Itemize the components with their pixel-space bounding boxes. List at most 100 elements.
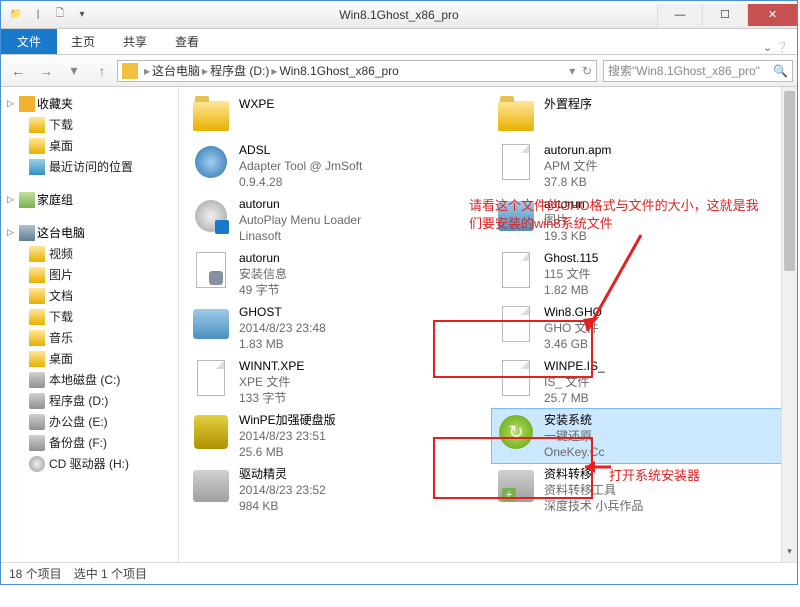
file-meta: 49 字节 (239, 282, 287, 298)
recent-icon (29, 159, 45, 175)
file-meta: 2014/8/23 23:51 (239, 428, 336, 444)
maximize-button[interactable]: ☐ (702, 4, 747, 26)
new-folder-icon[interactable]: ▾ (73, 6, 91, 24)
star-icon (19, 96, 35, 112)
nav-pane[interactable]: ▷收藏夹 下载 桌面 最近访问的位置 ▷家庭组 ▷这台电脑 视频 图片 文档 下… (1, 87, 179, 562)
file-item[interactable]: 外置程序 (492, 93, 789, 139)
sidebar-pictures[interactable]: 图片 (7, 264, 178, 285)
file-item[interactable]: Win8.GHOGHO 文件3.46 GB (492, 301, 789, 355)
forward-button[interactable]: → (33, 59, 59, 83)
file-item[interactable]: WINNT.XPEXPE 文件133 字节 (187, 355, 484, 409)
file-item[interactable]: 资料转移资料转移工具深度技术 小兵作品 (492, 463, 789, 517)
titlebar[interactable]: 📁 | 🗋 ▾ Win8.1Ghost_x86_pro — ☐ ✕ (1, 1, 797, 29)
drive-icon (29, 414, 45, 430)
file-name: 外置程序 (544, 96, 592, 112)
file-name: 资料转移 (544, 466, 643, 482)
scroll-down-icon[interactable]: ▾ (782, 546, 797, 562)
sidebar-downloads2[interactable]: 下载 (7, 306, 178, 327)
folder-icon (29, 288, 45, 304)
status-bar: 18 个项目 选中 1 个项目 (1, 562, 797, 584)
file-meta: APM 文件 (544, 158, 611, 174)
file-item[interactable]: Ghost.115115 文件1.82 MB (492, 247, 789, 301)
file-item[interactable]: 驱动精灵2014/8/23 23:52984 KB (187, 463, 484, 517)
folder-icon (29, 330, 45, 346)
drive-icon (29, 372, 45, 388)
nav-toolbar: ← → ▾ ↑ ▸ 这台电脑 ▸ 程序盘 (D:) ▸ Win8.1Ghost_… (1, 55, 797, 87)
ribbon-expand-icon[interactable]: ⌄ ❔ (755, 41, 797, 54)
homegroup[interactable]: ▷家庭组 (7, 189, 178, 210)
tab-view[interactable]: 查看 (161, 29, 213, 54)
tab-home[interactable]: 主页 (57, 29, 109, 54)
this-pc-group[interactable]: ▷这台电脑 (7, 222, 178, 243)
file-item[interactable]: GHOST2014/8/23 23:481.83 MB (187, 301, 484, 355)
crumb-folder[interactable]: Win8.1Ghost_x86_pro (279, 64, 398, 78)
file-tab[interactable]: 文件 (1, 28, 57, 54)
back-button[interactable]: ← (5, 59, 31, 83)
file-item[interactable]: autorunAutoPlay Menu LoaderLinasoft (187, 193, 484, 247)
sidebar-videos[interactable]: 视频 (7, 243, 178, 264)
file-name: WXPE (239, 96, 274, 112)
search-box[interactable]: 搜索"Win8.1Ghost_x86_pro" 🔍 (603, 60, 793, 82)
file-meta: 0.9.4.28 (239, 174, 362, 190)
folder-icon: 📁 (7, 6, 25, 24)
file-item[interactable]: WXPE (187, 93, 484, 139)
sidebar-drive-d[interactable]: 程序盘 (D:) (7, 390, 178, 411)
cd-icon (29, 456, 45, 472)
file-meta: AutoPlay Menu Loader (239, 212, 361, 228)
sidebar-documents[interactable]: 文档 (7, 285, 178, 306)
sidebar-drive-f[interactable]: 备份盘 (F:) (7, 432, 178, 453)
sidebar-drive-c[interactable]: 本地磁盘 (C:) (7, 369, 178, 390)
sidebar-music[interactable]: 音乐 (7, 327, 178, 348)
up-button[interactable]: ↑ (89, 59, 115, 83)
sidebar-desktop2[interactable]: 桌面 (7, 348, 178, 369)
file-item[interactable]: autorun.apmAPM 文件37.8 KB (492, 139, 789, 193)
favorites-group[interactable]: ▷收藏夹 (7, 93, 178, 114)
file-name: Ghost.115 (544, 250, 598, 266)
pc-icon (19, 225, 35, 241)
close-button[interactable]: ✕ (747, 4, 797, 26)
folder-icon (29, 246, 45, 262)
folder-icon (29, 309, 45, 325)
sidebar-recent[interactable]: 最近访问的位置 (7, 156, 178, 177)
crumb-drive[interactable]: 程序盘 (D:) (210, 62, 269, 79)
file-meta: Adapter Tool @ JmSoft (239, 158, 362, 174)
file-meta: Linasoft (239, 228, 361, 244)
minimize-button[interactable]: — (657, 4, 702, 26)
file-meta: OneKey.Cc (544, 444, 604, 460)
scroll-thumb[interactable] (784, 91, 795, 271)
file-meta: 安装信息 (239, 266, 287, 282)
folder-icon (122, 63, 138, 79)
file-item[interactable]: autorun安装信息49 字节 (187, 247, 484, 301)
sidebar-cd-drive[interactable]: CD 驱动器 (H:) (7, 453, 178, 474)
file-item[interactable]: ADSLAdapter Tool @ JmSoft0.9.4.28 (187, 139, 484, 193)
file-meta: 25.6 MB (239, 444, 336, 460)
sidebar-desktop[interactable]: 桌面 (7, 135, 178, 156)
file-meta: XPE 文件 (239, 374, 304, 390)
file-meta: 2014/8/23 23:48 (239, 320, 326, 336)
sidebar-drive-e[interactable]: 办公盘 (E:) (7, 411, 178, 432)
address-bar[interactable]: ▸ 这台电脑 ▸ 程序盘 (D:) ▸ Win8.1Ghost_x86_pro … (117, 60, 597, 82)
folder-icon (29, 267, 45, 283)
sidebar-downloads[interactable]: 下载 (7, 114, 178, 135)
file-item[interactable]: WinPE加强硬盘版2014/8/23 23:5125.6 MB (187, 409, 484, 463)
file-item[interactable]: WINPE.IS_IS_ 文件25.7 MB (492, 355, 789, 409)
properties-icon[interactable]: 🗋 (51, 6, 69, 24)
file-name: autorun (544, 196, 587, 212)
file-item[interactable]: ↻安装系统一键还原OneKey.Cc (492, 409, 789, 463)
tab-share[interactable]: 共享 (109, 29, 161, 54)
file-meta: 19.3 KB (544, 228, 587, 244)
file-name: WINNT.XPE (239, 358, 304, 374)
file-list[interactable]: WXPE 外置程序 ADSLAdapter Tool @ JmSoft0.9.4.2… (179, 87, 797, 562)
file-name: autorun (239, 196, 361, 212)
scrollbar[interactable]: ▴ ▾ (781, 87, 797, 562)
file-item[interactable]: autorun图片19.3 KB (492, 193, 789, 247)
file-meta: 图片 (544, 212, 587, 228)
recent-dropdown[interactable]: ▾ (61, 59, 87, 83)
item-count: 18 个项目 (9, 565, 62, 582)
crumb-pc[interactable]: 这台电脑 (152, 62, 200, 79)
selection-count: 选中 1 个项目 (74, 565, 147, 582)
file-meta: 115 文件 (544, 266, 598, 282)
file-name: 安装系统 (544, 412, 604, 428)
file-name: autorun (239, 250, 287, 266)
file-meta: 133 字节 (239, 390, 304, 406)
